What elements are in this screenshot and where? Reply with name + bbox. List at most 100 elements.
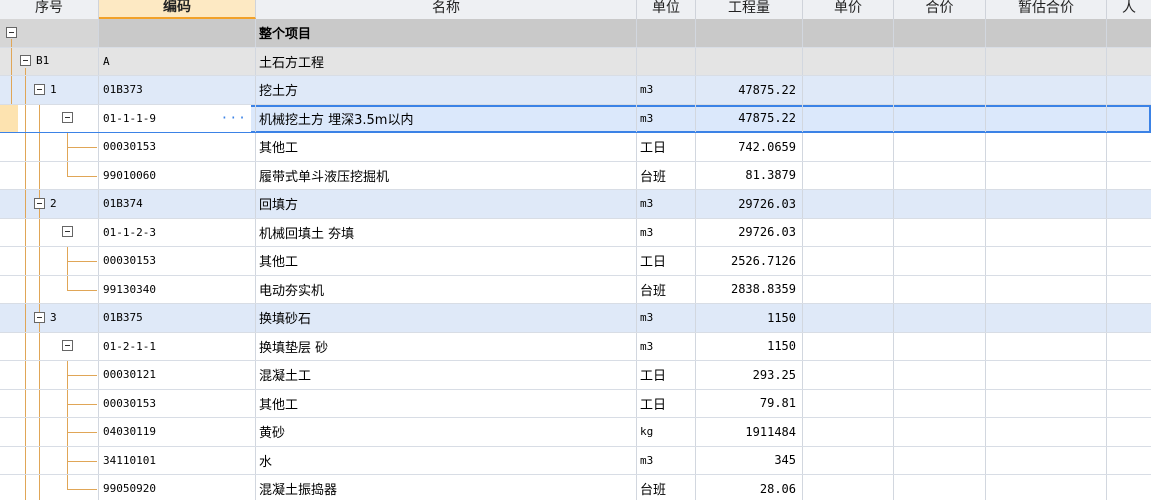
col-header-estimated-total[interactable]: 暂估合价 xyxy=(986,0,1107,19)
collapse-toggle-icon[interactable] xyxy=(34,83,45,95)
quantity-cell[interactable]: 79.81 xyxy=(696,389,803,417)
name-cell[interactable]: 黄砂 xyxy=(256,418,637,446)
col-header-labor[interactable]: 人 xyxy=(1107,0,1151,19)
table-row[interactable]: 04030119 黄砂 kg 1911484 xyxy=(0,418,1151,447)
table-row[interactable]: 3 01B375 换填砂石 m3 1150 xyxy=(0,304,1151,333)
code-cell[interactable]: 00030153 xyxy=(99,247,256,275)
estimated-total-cell[interactable] xyxy=(986,19,1107,47)
name-cell[interactable]: 混凝土振捣器 xyxy=(256,475,637,500)
code-cell[interactable]: 99130340 xyxy=(99,275,256,303)
name-cell[interactable]: 整个项目 xyxy=(256,19,637,47)
code-cell[interactable]: 00030121 xyxy=(99,361,256,389)
table-row[interactable]: B1 A 土石方工程 xyxy=(0,47,1151,76)
quantity-cell[interactable]: 47875.22 xyxy=(696,76,803,104)
labor-cell[interactable] xyxy=(1107,333,1151,361)
collapse-toggle-icon[interactable] xyxy=(34,197,45,209)
quantity-cell[interactable]: 1150 xyxy=(696,332,803,360)
code-cell[interactable]: 00030153 xyxy=(99,133,256,161)
unit-price-cell[interactable] xyxy=(803,133,894,161)
code-cell[interactable]: 01-2-1-1 xyxy=(99,332,256,360)
labor-cell[interactable] xyxy=(1107,247,1151,275)
code-cell[interactable]: 00030153 xyxy=(99,389,256,417)
labor-cell[interactable] xyxy=(1107,105,1151,133)
code-cell[interactable]: A xyxy=(99,47,256,75)
unit-price-cell[interactable] xyxy=(803,332,894,360)
code-cell[interactable]: 01B375 xyxy=(99,304,256,332)
collapse-toggle-icon[interactable] xyxy=(62,340,73,352)
total-cell[interactable] xyxy=(894,275,986,303)
name-cell[interactable]: 其他工 xyxy=(256,247,637,275)
code-cell[interactable]: 99010060 xyxy=(99,161,256,189)
col-header-code[interactable]: 编码 xyxy=(99,0,256,19)
estimated-total-cell[interactable] xyxy=(986,190,1107,218)
unit-cell[interactable]: 台班 xyxy=(637,475,696,500)
unit-price-cell[interactable] xyxy=(803,218,894,246)
col-header-total[interactable]: 合价 xyxy=(894,0,986,19)
name-cell[interactable]: 回填方 xyxy=(256,190,637,218)
unit-cell[interactable]: m3 xyxy=(637,446,696,474)
estimated-total-cell[interactable] xyxy=(986,161,1107,189)
quantity-cell[interactable]: 293.25 xyxy=(696,361,803,389)
estimated-total-cell[interactable] xyxy=(986,446,1107,474)
col-header-index[interactable]: 序号 xyxy=(0,0,99,19)
table-row[interactable]: 1 01B373 挖土方 m3 47875.22 xyxy=(0,76,1151,105)
table-row[interactable]: 00030121 混凝土工 工日 293.25 xyxy=(0,361,1151,390)
unit-cell[interactable]: m3 xyxy=(637,332,696,360)
total-cell[interactable] xyxy=(894,389,986,417)
total-cell[interactable] xyxy=(894,446,986,474)
table-row[interactable]: 00030153 其他工 工日 2526.7126 xyxy=(0,247,1151,276)
unit-cell[interactable]: 工日 xyxy=(637,247,696,275)
table-row[interactable]: 99050920 混凝土振捣器 台班 28.06 xyxy=(0,475,1151,500)
table-row[interactable]: 99010060 履带式单斗液压挖掘机 台班 81.3879 xyxy=(0,161,1151,190)
unit-cell[interactable]: m3 xyxy=(637,304,696,332)
total-cell[interactable] xyxy=(894,475,986,500)
quantity-cell[interactable]: 2838.8359 xyxy=(696,275,803,303)
code-cell[interactable]: 04030119 xyxy=(99,418,256,446)
unit-price-cell[interactable] xyxy=(803,418,894,446)
total-cell[interactable] xyxy=(894,190,986,218)
col-header-unit-price[interactable]: 单价 xyxy=(803,0,894,19)
quantity-cell[interactable]: 345 xyxy=(696,446,803,474)
name-cell[interactable]: 电动夯实机 xyxy=(256,275,637,303)
labor-cell[interactable] xyxy=(1107,162,1151,190)
quantity-cell[interactable]: 29726.03 xyxy=(696,190,803,218)
total-cell[interactable] xyxy=(894,47,986,75)
unit-cell[interactable] xyxy=(637,47,696,75)
code-edit-input[interactable]: 01-1-1-9 ··· xyxy=(99,104,251,132)
total-cell[interactable] xyxy=(894,19,986,47)
unit-cell[interactable]: m3 xyxy=(637,218,696,246)
total-cell[interactable] xyxy=(894,133,986,161)
col-header-quantity[interactable]: 工程量 xyxy=(696,0,803,19)
total-cell[interactable] xyxy=(894,418,986,446)
table-row[interactable]: 34110101 水 m3 345 xyxy=(0,446,1151,475)
total-cell[interactable] xyxy=(894,104,986,132)
name-cell[interactable]: 土石方工程 xyxy=(256,47,637,75)
labor-cell[interactable] xyxy=(1107,276,1151,304)
unit-price-cell[interactable] xyxy=(803,361,894,389)
unit-price-cell[interactable] xyxy=(803,190,894,218)
estimated-total-cell[interactable] xyxy=(986,218,1107,246)
total-cell[interactable] xyxy=(894,218,986,246)
code-cell[interactable]: 01-1-2-3 xyxy=(99,218,256,246)
unit-price-cell[interactable] xyxy=(803,446,894,474)
estimated-total-cell[interactable] xyxy=(986,104,1107,132)
estimated-total-cell[interactable] xyxy=(986,418,1107,446)
labor-cell[interactable] xyxy=(1107,418,1151,446)
quantity-cell[interactable]: 81.3879 xyxy=(696,161,803,189)
labor-cell[interactable] xyxy=(1107,390,1151,418)
name-cell[interactable]: 履带式单斗液压挖掘机 xyxy=(256,161,637,189)
quantity-cell[interactable]: 29726.03 xyxy=(696,218,803,246)
estimated-total-cell[interactable] xyxy=(986,475,1107,500)
labor-cell[interactable] xyxy=(1107,19,1151,47)
unit-price-cell[interactable] xyxy=(803,247,894,275)
unit-cell[interactable]: 工日 xyxy=(637,361,696,389)
total-cell[interactable] xyxy=(894,76,986,104)
total-cell[interactable] xyxy=(894,304,986,332)
labor-cell[interactable] xyxy=(1107,76,1151,104)
col-header-unit[interactable]: 单位 xyxy=(637,0,696,19)
table-row[interactable]: 00030153 其他工 工日 742.0659 xyxy=(0,133,1151,162)
name-cell[interactable]: 换填砂石 xyxy=(256,304,637,332)
unit-cell[interactable]: m3 xyxy=(637,104,696,132)
labor-cell[interactable] xyxy=(1107,133,1151,161)
unit-cell[interactable] xyxy=(637,19,696,47)
